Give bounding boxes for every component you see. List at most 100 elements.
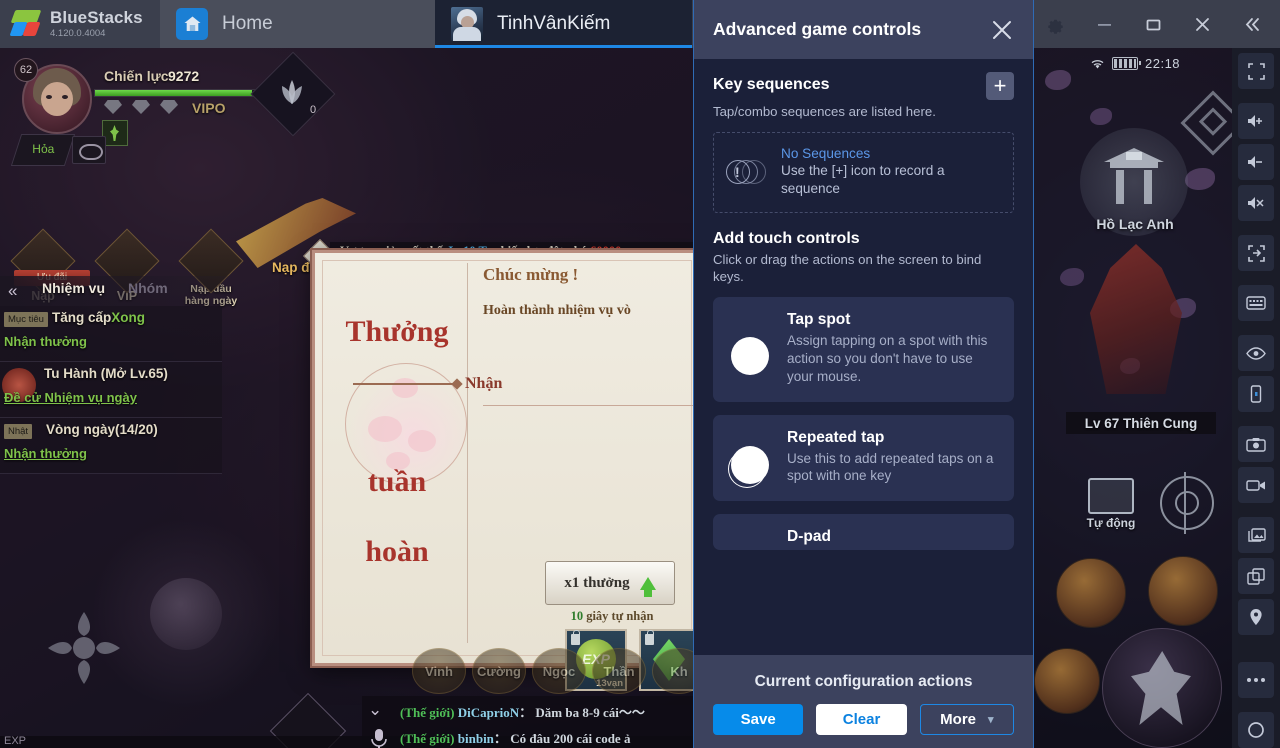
- lotus-count: 0: [310, 104, 317, 116]
- quest-header[interactable]: « Nhiệm vụ Nhóm: [0, 276, 230, 306]
- bluestacks-sidebar[interactable]: [1232, 48, 1280, 748]
- minimize-icon[interactable]: [1080, 0, 1129, 48]
- advanced-game-controls-panel[interactable]: Advanced game controls Key sequences + T…: [693, 0, 1034, 748]
- quest-tag: Mục tiêu: [4, 312, 48, 327]
- bottom-menu-item[interactable]: Vinh: [412, 648, 466, 694]
- close-icon[interactable]: [987, 15, 1017, 45]
- skill-button[interactable]: [1034, 648, 1100, 714]
- ultimate-skill-button[interactable]: [1102, 628, 1222, 748]
- popup-receive-label: Nhận: [465, 375, 503, 392]
- maximize-icon[interactable]: [1129, 0, 1178, 48]
- volume-up-icon[interactable]: [1238, 103, 1274, 139]
- device-status: 22:18: [1090, 56, 1180, 71]
- clear-button[interactable]: Clear: [816, 704, 907, 735]
- claim-reward-button[interactable]: x1 thưởng: [545, 561, 675, 605]
- gem-icon: [132, 100, 150, 114]
- quest-row[interactable]: Tu Hành (Mở Lv.65) Đề cử Nhiệm vụ ngày: [0, 362, 222, 418]
- fullscreen-icon[interactable]: [1238, 53, 1274, 89]
- joystick-knob[interactable]: [150, 578, 222, 650]
- popup-divider: [483, 405, 693, 406]
- chat-panel[interactable]: ⌄ TG (Thế giới) DiCaprioN： Dăm ba 8-9 cá…: [362, 696, 696, 748]
- phone-shake-icon[interactable]: [1238, 376, 1274, 412]
- no-sequences-title: No Sequences: [781, 145, 871, 161]
- vip-gems: [104, 100, 178, 114]
- microphone-icon[interactable]: [370, 728, 388, 748]
- volume-down-icon[interactable]: [1238, 144, 1274, 180]
- panel-footer[interactable]: Current configuration actions Save Clear…: [694, 655, 1033, 748]
- close-icon[interactable]: [1178, 0, 1227, 48]
- popup-vertical-2: tuần: [367, 465, 427, 498]
- player-hud[interactable]: 62 Chiến lực 9272 VIPO 0 Hỏa: [8, 51, 336, 171]
- quest-tab-group[interactable]: Nhóm: [128, 280, 168, 296]
- eye-icon[interactable]: [1238, 335, 1274, 371]
- touch-control-card[interactable]: Tap spot Assign tapping on a spot with t…: [713, 297, 1014, 402]
- bottom-menu-row[interactable]: Vinh Cường Ngọc Thần Kh: [412, 648, 706, 694]
- quest-action[interactable]: Nhận thưởng: [4, 446, 87, 461]
- lock-icon: [571, 630, 580, 645]
- vip-label: VIPO: [192, 100, 226, 116]
- gem-icon: [104, 100, 122, 114]
- game-viewport[interactable]: 62 Chiến lực 9272 VIPO 0 Hỏa Nạp « Nhiệm…: [0, 48, 1232, 748]
- quest-row[interactable]: Nhật Vòng ngày(14/20) Nhận thưởng: [0, 418, 222, 474]
- settings-icon[interactable]: [1031, 0, 1080, 48]
- dpad-icon: [727, 528, 773, 544]
- rotate-icon[interactable]: [1238, 235, 1274, 271]
- avatar-eye: [62, 95, 68, 99]
- gem-icon: [160, 100, 178, 114]
- quest-action[interactable]: Đề cử Nhiệm vụ ngày: [4, 390, 137, 405]
- touch-control-card[interactable]: Repeated tap Use this to add repeated ta…: [713, 414, 1014, 502]
- battery-icon: [1112, 57, 1141, 70]
- auto-button[interactable]: Tự động: [1086, 478, 1136, 530]
- quest-row[interactable]: Mục tiêu Tăng cấpXong Nhận thưởng: [0, 306, 222, 362]
- save-button[interactable]: Save: [713, 704, 804, 735]
- touch-controls-list[interactable]: Tap spot Assign tapping on a spot with t…: [713, 297, 1014, 655]
- media-manager-icon[interactable]: [1238, 517, 1274, 553]
- window-controls[interactable]: [1031, 0, 1280, 48]
- collapse-icon[interactable]: [1227, 0, 1276, 48]
- exp-label: EXP: [4, 735, 27, 747]
- location-pin-icon[interactable]: [1238, 599, 1274, 635]
- bottom-menu-item[interactable]: Cường: [472, 648, 526, 694]
- home-circle-icon[interactable]: [1238, 712, 1274, 748]
- more-button[interactable]: More ▾: [919, 704, 1014, 735]
- quest-action[interactable]: Nhận thưởng: [4, 334, 87, 349]
- record-video-icon[interactable]: [1238, 467, 1274, 503]
- plus-icon[interactable]: +: [986, 72, 1014, 100]
- popup-vertical-3: hoàn: [365, 535, 429, 568]
- eye-toggle-icon[interactable]: [72, 136, 106, 164]
- key-sequences-title: Key sequences: [713, 76, 830, 93]
- screenshot-icon[interactable]: [1238, 426, 1274, 462]
- quest-tag: Nhật: [4, 424, 33, 439]
- card-title: Tap spot: [787, 311, 851, 329]
- bottom-menu-item[interactable]: Ngọc: [532, 648, 586, 694]
- chevron-left-icon[interactable]: «: [8, 281, 17, 301]
- title-bar[interactable]: BlueStacks 4.120.0.4004 Home TinhVânKiếm: [0, 0, 1280, 48]
- footer-buttons[interactable]: Save Clear More ▾: [713, 704, 1014, 735]
- quest-list[interactable]: Mục tiêu Tăng cấpXong Nhận thưởng Tu Hàn…: [0, 306, 222, 474]
- volume-mute-icon[interactable]: [1238, 185, 1274, 221]
- footer-title: Current configuration actions: [754, 673, 973, 690]
- bottom-menu-item[interactable]: Thần: [592, 648, 646, 694]
- flower: [368, 416, 402, 442]
- brand-name: BlueStacks: [50, 8, 143, 28]
- multi-instance-icon[interactable]: [1238, 558, 1274, 594]
- element-badge[interactable]: Hỏa: [10, 134, 76, 166]
- chevron-up-icon[interactable]: ⌄: [368, 700, 382, 720]
- card-desc: Use this to add repeated taps on a spot …: [787, 450, 994, 484]
- tab-game[interactable]: TinhVânKiếm: [435, 0, 692, 48]
- crosshair-icon[interactable]: [1160, 472, 1214, 534]
- keyboard-icon[interactable]: [1238, 285, 1274, 321]
- skill-button[interactable]: [1056, 558, 1126, 628]
- panel-body[interactable]: Key sequences + Tap/combo sequences are …: [694, 59, 1033, 655]
- more-dots-icon[interactable]: [1238, 662, 1274, 698]
- quest-tab-active[interactable]: Nhiệm vụ: [42, 280, 105, 296]
- tab-home[interactable]: Home: [160, 0, 435, 48]
- skill-button[interactable]: [1148, 556, 1218, 626]
- touch-control-card[interactable]: D-pad: [713, 514, 1014, 551]
- skill-wheel-icon[interactable]: [44, 608, 124, 688]
- reward-popup[interactable]: Thưởng tuần hoàn Chúc mừng ! Hoàn thành …: [312, 250, 702, 691]
- card-text: Tap spot Assign tapping on a spot with t…: [787, 311, 1000, 385]
- avatar-eye: [46, 95, 52, 99]
- popup-arrow: [353, 383, 457, 385]
- sequence-placeholder-icon: !: [726, 160, 768, 185]
